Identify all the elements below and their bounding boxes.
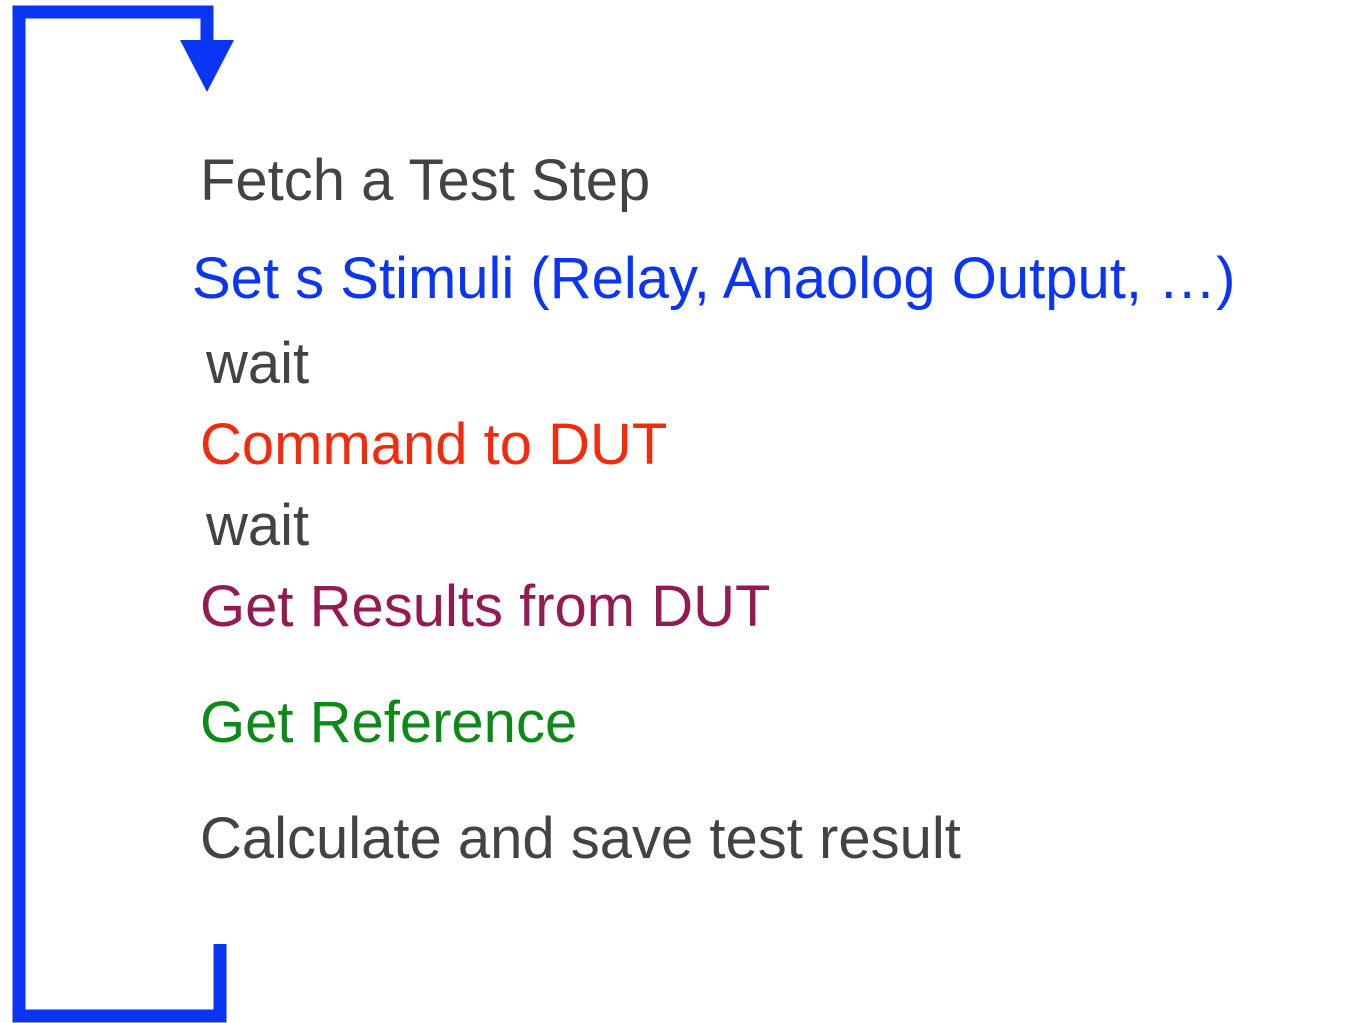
step-wait: wait [206,493,310,558]
step-calculate-and-save: Calculate and save test result [200,806,961,871]
step-get-reference: Get Reference [200,690,578,755]
loop-connector-line [12,5,227,1023]
step-get-results-from-dut: Get Results from DUT [200,574,771,639]
step-command-to-dut: Command to DUT [200,412,668,477]
step-fetch-test-step: Fetch a Test Step [200,148,651,213]
arrow-down-icon [180,40,234,92]
step-set-stimuli: Set s Stimuli (Relay, Anaolog Output, …) [192,246,1236,311]
step-wait: wait [206,331,310,396]
